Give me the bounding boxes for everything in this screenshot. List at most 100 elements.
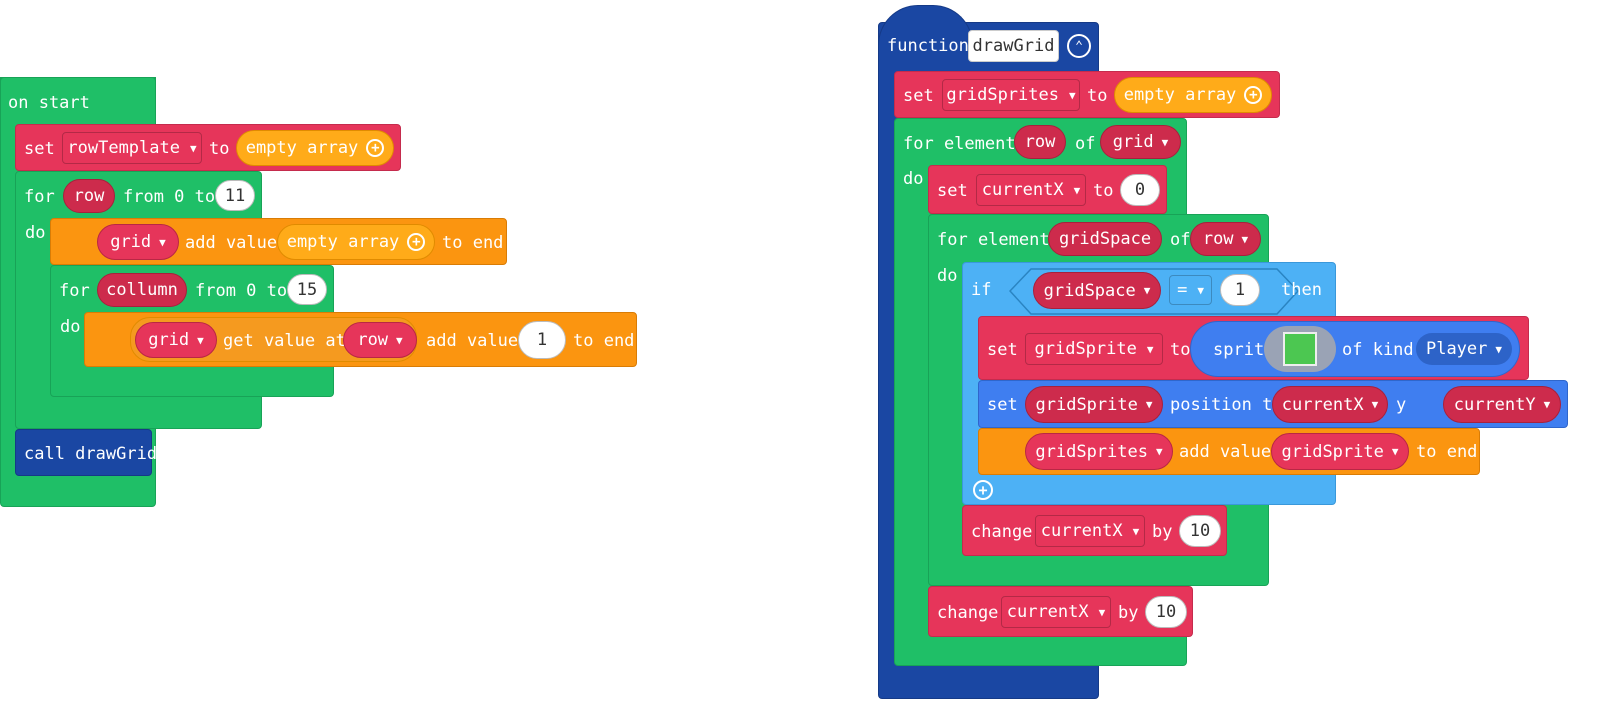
compare-value-input[interactable]: 1 <box>1220 274 1260 306</box>
currentx-var-dropdown[interactable]: currentX ▼ <box>1272 386 1388 423</box>
set-gridsprites-block[interactable]: set gridSprites ▼ to empty array + <box>894 71 1280 118</box>
row-var[interactable]: row <box>63 179 115 213</box>
call-drawgrid-block[interactable]: call drawGrid <box>15 429 157 476</box>
change-value: 10 <box>1155 602 1177 622</box>
chevron-down-icon: ▼ <box>1132 524 1140 538</box>
for-keyword: for <box>59 281 90 301</box>
function-keyword: function <box>887 36 969 56</box>
set-keyword: set <box>937 181 968 201</box>
set-gridsprite-block[interactable]: set gridSprite ▼ to sprite of kind Player… <box>978 316 1529 380</box>
chevron-down-icon: ▼ <box>1197 283 1204 297</box>
operator-dropdown[interactable]: = ▼ <box>1169 275 1212 305</box>
empty-array-reporter[interactable]: empty array + <box>277 224 435 260</box>
add-value-label: add value <box>1179 442 1272 462</box>
change-keyword: change <box>937 603 999 623</box>
currentx-dropdown[interactable]: currentX ▼ <box>976 174 1086 206</box>
chevron-down-icon: ▼ <box>197 333 204 347</box>
add-value-label: add value <box>185 233 278 253</box>
currenty-var-label: currentY <box>1453 394 1536 415</box>
chevron-down-icon: ▼ <box>1146 342 1154 356</box>
grid-add-empty-array-block[interactable]: grid ▼ add value empty array + to end <box>50 218 507 265</box>
grid-row-add-value-block[interactable]: grid ▼ get value at row ▼ add value 1 to e… <box>84 312 637 367</box>
chevron-down-icon: ▼ <box>396 333 403 347</box>
gridsprite-dropdown[interactable]: gridSprite ▼ <box>1025 333 1163 365</box>
currentx-dropdown[interactable]: currentX ▼ <box>1001 596 1111 628</box>
then-keyword: then <box>1281 280 1322 300</box>
row-array-dropdown[interactable]: row ▼ <box>1190 222 1261 256</box>
plus-icon[interactable]: + <box>407 233 426 251</box>
row-end-input[interactable]: 11 <box>215 180 255 211</box>
empty-array-label: empty array <box>1123 85 1237 105</box>
value-input[interactable]: 1 <box>518 321 566 359</box>
grid-var-label: grid <box>110 232 152 252</box>
add-value-label: add value <box>426 331 519 351</box>
currentx-value-input[interactable]: 0 <box>1120 174 1160 206</box>
currentx-dropdown[interactable]: currentX ▼ <box>1035 515 1145 547</box>
chevron-down-icon: ▼ <box>1161 135 1169 149</box>
y-label: y <box>1396 395 1407 415</box>
of-label: of <box>1170 230 1191 250</box>
row-index-label: row <box>357 330 389 350</box>
for-element-label: for element <box>903 134 1016 154</box>
operator-label: = <box>1177 280 1188 300</box>
row-end-value: 11 <box>224 185 246 206</box>
empty-array-label: empty array <box>245 138 359 158</box>
grid-array-dropdown[interactable]: grid ▼ <box>1100 125 1181 159</box>
collumn-end-value: 15 <box>296 279 318 300</box>
gridsprite-value-dropdown[interactable]: gridSprite ▼ <box>1271 433 1409 470</box>
rowtemplate-dropdown[interactable]: rowTemplate ▼ <box>62 132 202 164</box>
gridspace-var[interactable]: gridSpace <box>1048 222 1162 256</box>
change-currentx-outer-block[interactable]: change currentX ▼ by 10 <box>928 586 1193 637</box>
from-label: from 0 to <box>195 281 288 301</box>
gridsprites-var: gridSprites <box>946 85 1059 105</box>
kind-dropdown[interactable]: Player ▼ <box>1416 333 1512 365</box>
set-keyword: set <box>24 139 55 159</box>
empty-array-reporter[interactable]: empty array + <box>1114 77 1272 113</box>
change-value: 10 <box>1189 521 1211 541</box>
gridsprites-dropdown[interactable]: gridSprites ▼ <box>942 79 1080 111</box>
gridsprite-var-label: gridSprite <box>1035 394 1138 415</box>
collapse-icon[interactable]: ⌃ <box>1067 34 1091 58</box>
collumn-end-input[interactable]: 15 <box>287 274 327 305</box>
function-name: drawGrid <box>972 36 1055 56</box>
change-value-input[interactable]: 10 <box>1145 596 1187 628</box>
grid-var-dropdown[interactable]: grid ▼ <box>135 322 217 358</box>
to-keyword: to <box>209 139 230 159</box>
to-keyword: to <box>1093 181 1114 201</box>
if-keyword: if <box>971 280 992 300</box>
chevron-down-icon: ▼ <box>189 141 197 155</box>
change-value-input[interactable]: 10 <box>1179 515 1221 547</box>
change-currentx-inner-block[interactable]: change currentX ▼ by 10 <box>962 505 1227 556</box>
gridsprite-var-dropdown[interactable]: gridSprite ▼ <box>1025 386 1163 423</box>
sprite-image-picker[interactable] <box>1264 326 1336 372</box>
chevron-down-icon: ▼ <box>159 235 166 249</box>
plus-icon[interactable]: + <box>1244 86 1263 104</box>
call-drawgrid-label: call drawGrid <box>24 444 158 464</box>
grid-var-label: grid <box>148 330 190 350</box>
gridsprites-add-value-block[interactable]: gridSprites ▼ add value gridSprite ▼ to en… <box>978 428 1480 475</box>
row-index-dropdown[interactable]: row ▼ <box>343 322 417 358</box>
currenty-var-dropdown[interactable]: currentY ▼ <box>1443 386 1561 423</box>
row-var-label: row <box>1024 132 1056 152</box>
chevron-down-icon: ▼ <box>1543 398 1551 411</box>
on-start-header[interactable]: on start <box>0 77 156 121</box>
set-rowtemplate-block[interactable]: set rowTemplate ▼ to empty array + <box>15 124 401 171</box>
empty-array-reporter[interactable]: empty array + <box>236 130 394 166</box>
for-keyword: for <box>24 187 55 207</box>
collumn-var[interactable]: collumn <box>97 273 187 307</box>
value-number: 1 <box>536 330 548 350</box>
compare-value: 1 <box>1234 280 1246 300</box>
gridsprites-var-dropdown[interactable]: gridSprites ▼ <box>1025 433 1173 470</box>
row-var[interactable]: row <box>1014 125 1066 159</box>
sprite-image-icon <box>1283 332 1317 366</box>
gridspace-var-dropdown[interactable]: gridSpace ▼ <box>1033 272 1161 309</box>
chevron-down-icon: ▼ <box>1391 445 1399 458</box>
get-value-at-label: get value at <box>223 331 346 351</box>
set-position-block[interactable]: set gridSprite ▼ position to x currentX ▼ … <box>978 380 1568 428</box>
add-else-icon[interactable]: + <box>973 480 993 500</box>
grid-var-dropdown[interactable]: grid ▼ <box>97 224 179 260</box>
to-end-label: to end <box>573 331 635 351</box>
set-currentx-block[interactable]: set currentX ▼ to 0 <box>928 165 1167 214</box>
function-name-field[interactable]: drawGrid <box>968 30 1059 62</box>
plus-icon[interactable]: + <box>366 139 385 157</box>
